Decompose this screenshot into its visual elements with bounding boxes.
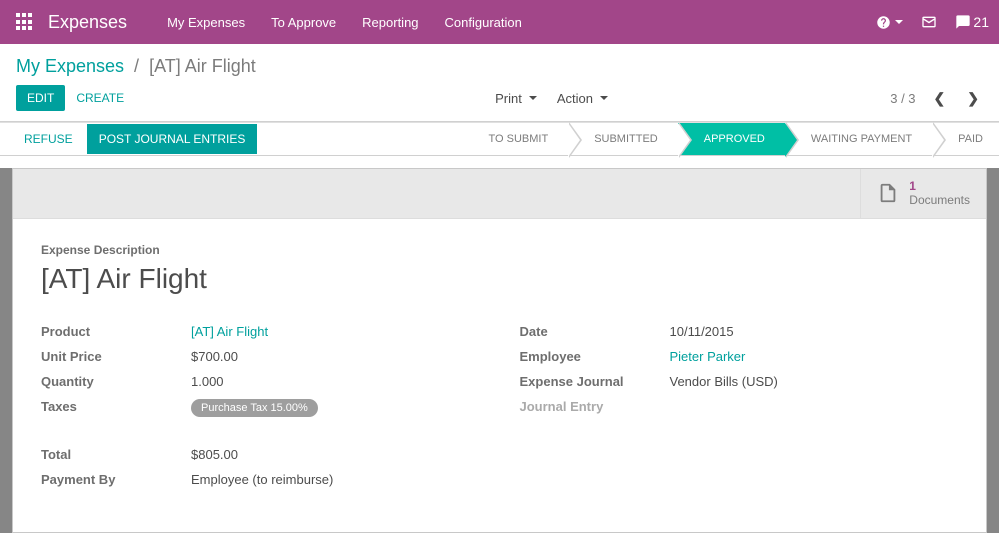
date-label: Date <box>520 324 670 339</box>
book-icon <box>877 182 899 204</box>
help-icon <box>876 15 891 30</box>
status-step-to-submit[interactable]: TO SUBMIT <box>462 123 568 155</box>
status-step-submitted[interactable]: SUBMITTED <box>568 123 678 155</box>
product-value[interactable]: [AT] Air Flight <box>191 324 268 339</box>
nav-configuration[interactable]: Configuration <box>445 15 522 30</box>
messages-count: 21 <box>973 14 989 30</box>
status-bar: REFUSE POST JOURNAL ENTRIES TO SUBMITSUB… <box>0 122 999 156</box>
taxes-label: Taxes <box>41 399 191 417</box>
post-journal-button[interactable]: POST JOURNAL ENTRIES <box>87 124 258 154</box>
employee-label: Employee <box>520 349 670 364</box>
edit-button[interactable]: EDIT <box>16 85 65 111</box>
top-navbar: Expenses My Expenses To Approve Reportin… <box>0 0 999 44</box>
breadcrumb-current: [AT] Air Flight <box>149 56 256 77</box>
form-sheet: 1 Documents Expense Description [AT] Air… <box>12 168 987 533</box>
taxes-value: Purchase Tax 15.00% <box>191 399 318 417</box>
payment-by-label: Payment By <box>41 472 191 487</box>
record-title: [AT] Air Flight <box>41 263 958 295</box>
quantity-label: Quantity <box>41 374 191 389</box>
expense-journal-label: Expense Journal <box>520 374 670 389</box>
messages-menu[interactable]: 21 <box>955 14 989 30</box>
caret-down-icon <box>529 96 537 100</box>
unit-price-label: Unit Price <box>41 349 191 364</box>
total-label: Total <box>41 447 191 462</box>
nav-links: My Expenses To Approve Reporting Configu… <box>167 15 876 30</box>
inbox-menu[interactable] <box>921 14 937 30</box>
journal-entry-label: Journal Entry <box>520 399 670 414</box>
tax-tag: Purchase Tax 15.00% <box>191 399 318 417</box>
pager-text: 3 / 3 <box>890 91 915 106</box>
apps-icon[interactable] <box>16 13 34 31</box>
employee-value[interactable]: Pieter Parker <box>670 349 746 364</box>
total-value: $805.00 <box>191 447 238 462</box>
expense-journal-value: Vendor Bills (USD) <box>670 374 778 389</box>
breadcrumb: My Expenses / [AT] Air Flight <box>16 56 256 77</box>
nav-reporting[interactable]: Reporting <box>362 15 418 30</box>
action-dropdown[interactable]: Action <box>557 91 608 106</box>
nav-to-approve[interactable]: To Approve <box>271 15 336 30</box>
action-label: Action <box>557 91 593 106</box>
date-value: 10/11/2015 <box>670 324 734 339</box>
documents-count: 1 <box>909 179 916 193</box>
print-dropdown[interactable]: Print <box>495 91 537 106</box>
expense-description-label: Expense Description <box>41 243 958 257</box>
app-title: Expenses <box>48 12 127 33</box>
create-button[interactable]: CREATE <box>65 85 135 111</box>
documents-label: Documents <box>909 193 970 207</box>
payment-by-value: Employee (to reimburse) <box>191 472 333 487</box>
envelope-icon <box>921 14 937 30</box>
documents-stat-button[interactable]: 1 Documents <box>860 169 986 218</box>
status-step-waiting-payment[interactable]: WAITING PAYMENT <box>785 123 932 155</box>
print-label: Print <box>495 91 522 106</box>
pager-next[interactable]: ❯ <box>963 86 983 111</box>
nav-my-expenses[interactable]: My Expenses <box>167 15 245 30</box>
breadcrumb-sep: / <box>134 56 139 77</box>
breadcrumb-parent[interactable]: My Expenses <box>16 56 124 77</box>
help-menu[interactable] <box>876 15 903 30</box>
quantity-value: 1.000 <box>191 374 224 389</box>
chat-icon <box>955 14 971 30</box>
status-step-approved[interactable]: APPROVED <box>678 123 785 155</box>
pager-prev[interactable]: ❮ <box>930 86 950 111</box>
refuse-button[interactable]: REFUSE <box>14 126 83 152</box>
caret-down-icon <box>600 96 608 100</box>
product-label: Product <box>41 324 191 339</box>
unit-price-value: $700.00 <box>191 349 238 364</box>
